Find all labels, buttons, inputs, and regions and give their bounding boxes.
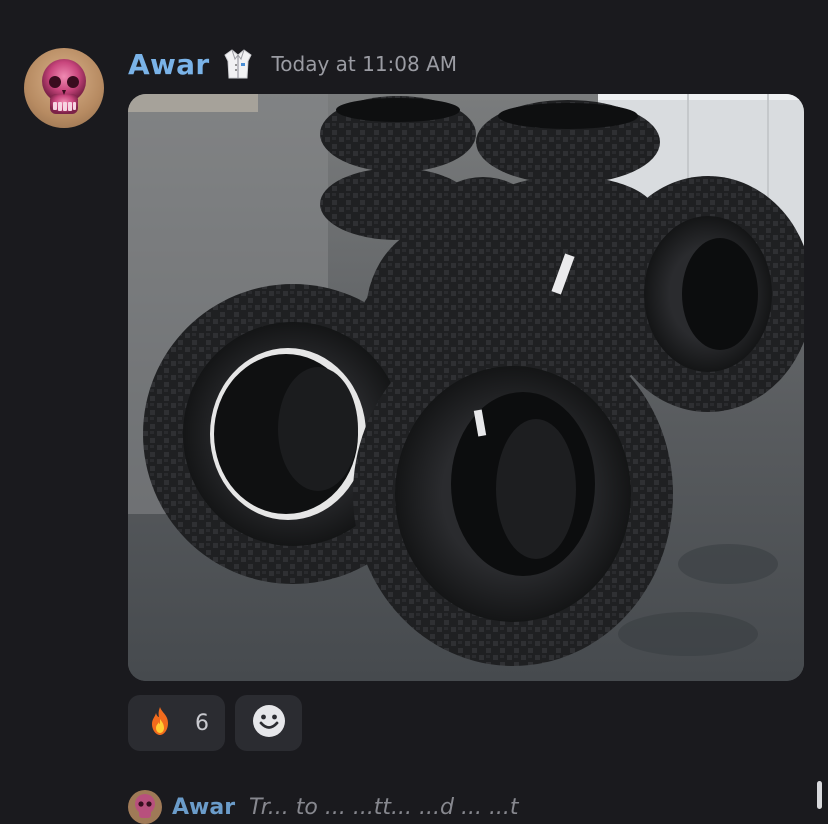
next-message-preview: Awar Tr... to ... ...tt... ...d ... ...t <box>128 790 519 824</box>
scrollbar-thumb[interactable] <box>817 781 822 809</box>
next-message-text: Tr... to ... ...tt... ...d ... ...t <box>249 794 519 820</box>
next-message-username[interactable]: Awar <box>172 795 235 820</box>
skull-icon <box>135 794 155 818</box>
fire-icon <box>144 705 176 741</box>
add-reaction-button[interactable] <box>235 695 302 751</box>
message-header: Awar Today at 11:08 AM <box>128 44 457 84</box>
next-message-avatar[interactable] <box>128 790 162 824</box>
reaction-count: 6 <box>195 710 209 736</box>
image-attachment[interactable] <box>128 94 804 681</box>
chat-message: Awar Today at 11:08 AM 6 Awar Tr... to .… <box>0 0 828 824</box>
lab-coat-icon[interactable] <box>221 47 255 81</box>
skull-icon <box>42 59 86 114</box>
username[interactable]: Awar <box>128 48 209 81</box>
message-timestamp[interactable]: Today at 11:08 AM <box>271 52 457 76</box>
smiley-icon <box>252 704 286 742</box>
reactions-bar: 6 <box>128 695 302 751</box>
reaction-fire[interactable]: 6 <box>128 695 225 751</box>
tires-photo <box>128 94 804 681</box>
user-avatar[interactable] <box>24 48 104 128</box>
